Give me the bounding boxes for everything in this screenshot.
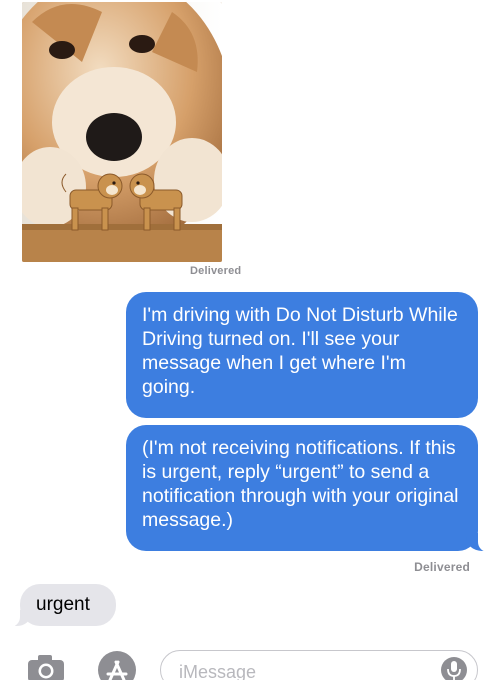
- auto-reply-bubble-2[interactable]: (I'm not receiving notifications. If thi…: [126, 425, 492, 552]
- sent-photo-dog-figurines[interactable]: [22, 2, 222, 262]
- microphone-button[interactable]: [441, 657, 467, 680]
- camera-button[interactable]: [26, 654, 66, 680]
- reply-delivered-receipt: Delivered: [414, 560, 470, 574]
- dog-photo-image: [22, 2, 222, 262]
- microphone-icon: [447, 661, 461, 680]
- app-store-button[interactable]: [96, 648, 138, 680]
- photo-delivered-receipt: Delivered: [190, 265, 242, 277]
- message-compose-field[interactable]: [160, 650, 478, 680]
- app-store-icon: [98, 651, 136, 680]
- camera-icon: [28, 655, 64, 680]
- auto-reply-bubble-1[interactable]: I'm driving with Do Not Disturb While Dr…: [126, 292, 478, 418]
- incoming-message-bubble[interactable]: urgent: [8, 584, 116, 627]
- imessage-input[interactable]: [179, 659, 429, 680]
